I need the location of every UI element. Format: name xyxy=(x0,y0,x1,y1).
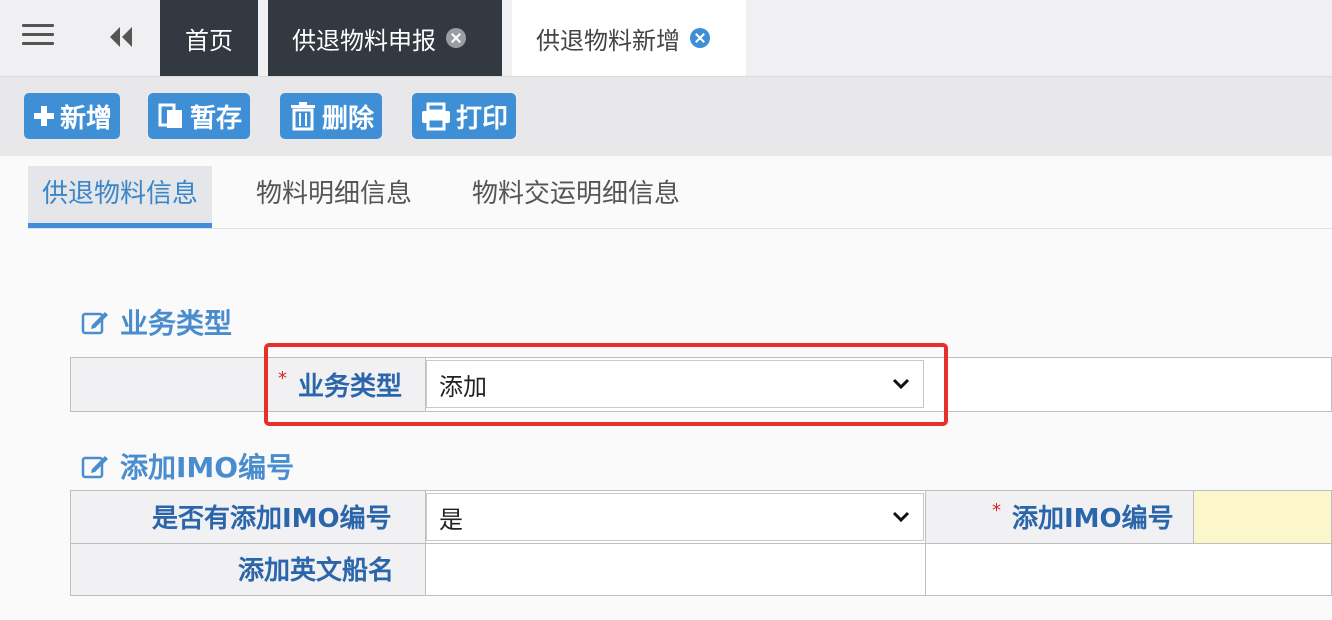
print-button[interactable]: 打印 xyxy=(412,93,517,139)
action-toolbar: 新增 暂存 删除 打印 xyxy=(0,76,1332,156)
required-mark: * xyxy=(992,500,1001,521)
highlight-box xyxy=(264,343,948,426)
edit-icon xyxy=(81,312,108,335)
tab-supply-return-info[interactable]: 供退物料信息 xyxy=(28,166,213,228)
has-imo-label: 是否有添加IMO编号 xyxy=(152,504,392,534)
tab-home[interactable]: 首页 xyxy=(160,0,258,76)
section-title-text: 业务类型 xyxy=(120,307,233,340)
has-imo-value: 是 xyxy=(439,505,463,534)
tab-material-delivery-detail[interactable]: 物料交运明细信息 xyxy=(472,166,680,228)
chevron-down-icon xyxy=(892,511,910,523)
ship-name-input[interactable] xyxy=(425,543,926,596)
imo-number-label: 添加IMO编号 xyxy=(1012,504,1174,534)
section-title-text: 添加IMO编号 xyxy=(120,451,295,484)
tab-supply-return-new[interactable]: 供退物料新增 xyxy=(512,0,746,76)
printer-icon xyxy=(422,102,450,131)
tab-material-detail[interactable]: 物料明细信息 xyxy=(256,166,412,228)
print-button-label: 打印 xyxy=(456,103,509,134)
delete-button[interactable]: 删除 xyxy=(280,93,383,139)
has-imo-select[interactable]: 是 xyxy=(426,493,924,541)
tab-label: 物料交运明细信息 xyxy=(472,179,681,209)
tab-home-label: 首页 xyxy=(185,26,233,55)
add-button-label: 新增 xyxy=(60,103,113,134)
top-tab-bar: 首页 供退物料申报 供退物料新增 xyxy=(0,0,1332,76)
delete-button-label: 删除 xyxy=(322,103,375,134)
tab-label: 供退物料申报 xyxy=(292,26,436,55)
hamburger-menu-icon[interactable] xyxy=(22,24,54,50)
double-chevron-left-icon[interactable] xyxy=(106,22,136,52)
save-draft-button-label: 暂存 xyxy=(190,103,243,134)
tab-label: 供退物料信息 xyxy=(42,179,199,209)
imo-number-input[interactable] xyxy=(1193,490,1332,544)
ship-name-label: 添加英文船名 xyxy=(238,556,395,586)
close-icon[interactable] xyxy=(446,28,466,48)
copy-icon xyxy=(158,103,182,128)
tab-supply-return-declare[interactable]: 供退物料申报 xyxy=(268,0,502,76)
close-icon[interactable] xyxy=(690,28,710,48)
tab-label: 物料明细信息 xyxy=(256,179,413,209)
section-title-business-type: 业务类型 xyxy=(80,302,232,342)
tab-label: 供退物料新增 xyxy=(536,26,680,55)
save-draft-button[interactable]: 暂存 xyxy=(148,93,251,139)
plus-icon xyxy=(34,106,54,126)
sub-tab-divider xyxy=(28,228,1332,229)
add-button[interactable]: 新增 xyxy=(24,93,121,139)
trash-icon xyxy=(291,102,315,131)
section-title-add-imo: 添加IMO编号 xyxy=(80,446,294,486)
edit-icon xyxy=(81,456,108,479)
empty-cell xyxy=(925,543,1332,596)
